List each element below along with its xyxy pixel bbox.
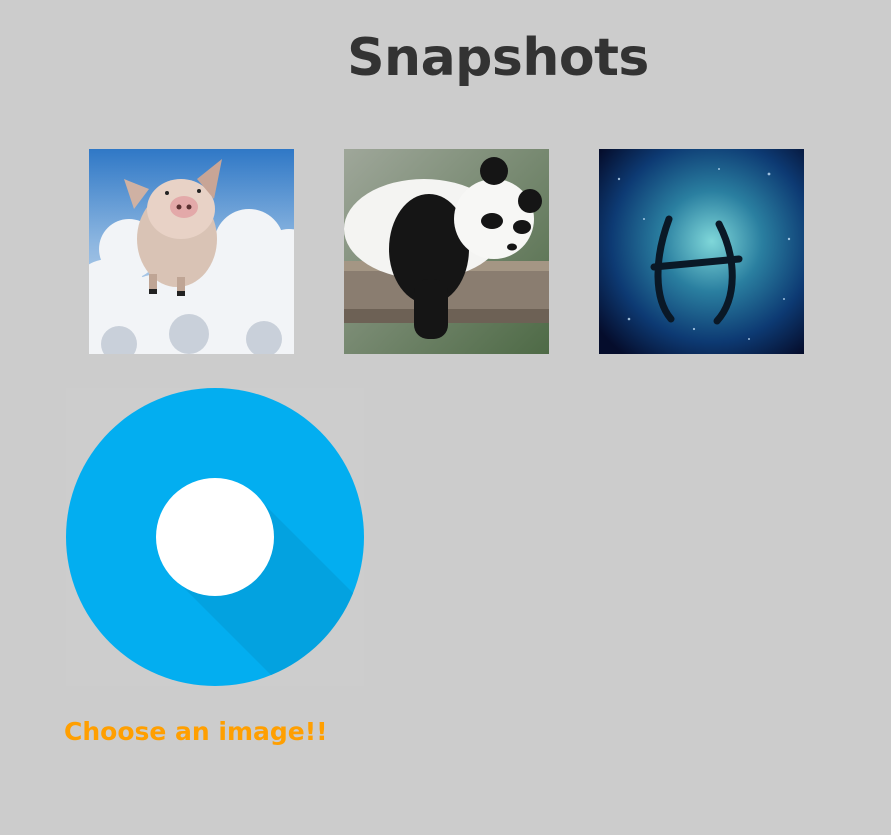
upload-image-button[interactable] <box>66 388 364 686</box>
thumbnail-pig[interactable] <box>89 149 294 354</box>
choose-image-prompt: Choose an image!! <box>64 717 328 746</box>
page-title: Snapshots <box>347 28 649 88</box>
thumbnail-pisces[interactable] <box>599 149 804 354</box>
thumbnail-panda[interactable] <box>344 149 549 354</box>
pisces-image <box>599 149 804 354</box>
pig-image <box>89 149 294 354</box>
panda-image <box>344 149 549 354</box>
upload-circle-icon <box>66 388 364 686</box>
